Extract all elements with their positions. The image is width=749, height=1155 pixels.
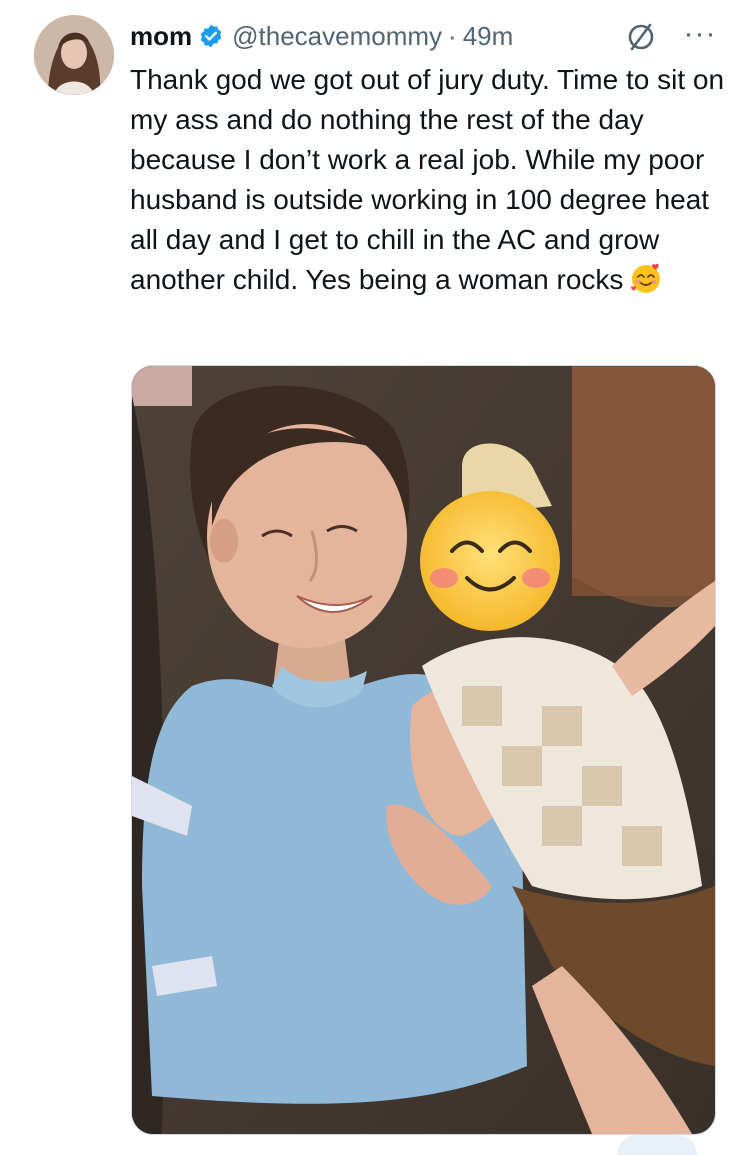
display-name[interactable]: mom (130, 21, 192, 52)
tweet-header: mom @thecavemommy · 49m (130, 18, 513, 54)
verified-badge-icon (198, 23, 224, 49)
photo-image (132, 366, 715, 1134)
more-icon[interactable]: ··· (682, 19, 718, 54)
separator-dot: · (448, 20, 457, 51)
avatar[interactable] (34, 15, 114, 95)
grok-icon[interactable] (624, 20, 658, 54)
avatar-image (34, 15, 114, 95)
tweet-text: Thank god we got out of jury duty. Time … (130, 60, 730, 300)
user-handle[interactable]: @thecavemommy (232, 21, 442, 52)
smiling-face-with-hearts-icon (629, 261, 663, 295)
bottom-action-hint (617, 1135, 697, 1155)
timestamp[interactable]: 49m (463, 21, 514, 52)
tweet-photo[interactable] (131, 365, 716, 1135)
